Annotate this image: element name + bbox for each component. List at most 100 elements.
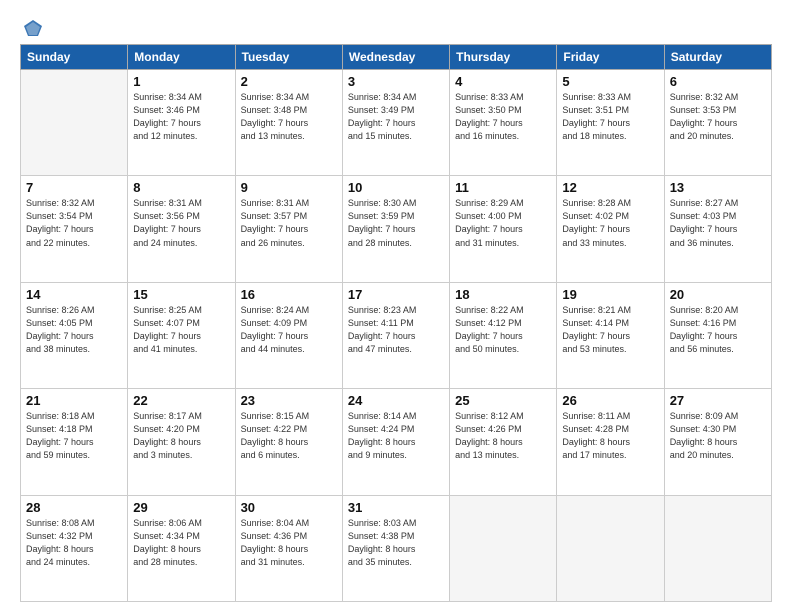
calendar-cell	[21, 70, 128, 176]
day-number: 25	[455, 393, 551, 408]
day-info: Sunrise: 8:33 AMSunset: 3:50 PMDaylight:…	[455, 91, 551, 143]
calendar-cell: 27 Sunrise: 8:09 AMSunset: 4:30 PMDayligh…	[664, 389, 771, 495]
day-info: Sunrise: 8:34 AMSunset: 3:49 PMDaylight:…	[348, 91, 444, 143]
column-header-monday: Monday	[128, 45, 235, 70]
calendar-week-row: 7 Sunrise: 8:32 AMSunset: 3:54 PMDaylight…	[21, 176, 772, 282]
day-info: Sunrise: 8:09 AMSunset: 4:30 PMDaylight:…	[670, 410, 766, 462]
day-number: 29	[133, 500, 229, 515]
column-header-friday: Friday	[557, 45, 664, 70]
day-info: Sunrise: 8:14 AMSunset: 4:24 PMDaylight:…	[348, 410, 444, 462]
column-header-thursday: Thursday	[450, 45, 557, 70]
day-number: 2	[241, 74, 337, 89]
day-info: Sunrise: 8:11 AMSunset: 4:28 PMDaylight:…	[562, 410, 658, 462]
day-info: Sunrise: 8:17 AMSunset: 4:20 PMDaylight:…	[133, 410, 229, 462]
calendar-cell: 28Sunrise: 8:08 AMSunset: 4:32 PMDayligh…	[21, 495, 128, 601]
day-number: 6	[670, 74, 766, 89]
calendar-cell: 18 Sunrise: 8:22 AMSunset: 4:12 PMDayligh…	[450, 282, 557, 388]
calendar-cell	[450, 495, 557, 601]
calendar-cell: 14Sunrise: 8:26 AMSunset: 4:05 PMDayligh…	[21, 282, 128, 388]
day-number: 30	[241, 500, 337, 515]
calendar-header-row: SundayMondayTuesdayWednesdayThursdayFrid…	[21, 45, 772, 70]
calendar-cell: 31 Sunrise: 8:03 AMSunset: 4:38 PMDayligh…	[342, 495, 449, 601]
day-number: 8	[133, 180, 229, 195]
calendar-cell: 26 Sunrise: 8:11 AMSunset: 4:28 PMDayligh…	[557, 389, 664, 495]
day-number: 21	[26, 393, 122, 408]
page: SundayMondayTuesdayWednesdayThursdayFrid…	[0, 0, 792, 612]
day-info: Sunrise: 8:32 AMSunset: 3:53 PMDaylight:…	[670, 91, 766, 143]
day-number: 31	[348, 500, 444, 515]
day-number: 12	[562, 180, 658, 195]
logo-flag-icon	[22, 18, 44, 40]
day-info: Sunrise: 8:23 AMSunset: 4:11 PMDaylight:…	[348, 304, 444, 356]
calendar-cell: 30 Sunrise: 8:04 AMSunset: 4:36 PMDayligh…	[235, 495, 342, 601]
calendar-cell: 5 Sunrise: 8:33 AMSunset: 3:51 PMDaylight…	[557, 70, 664, 176]
calendar-cell: 25 Sunrise: 8:12 AMSunset: 4:26 PMDayligh…	[450, 389, 557, 495]
calendar-cell: 12 Sunrise: 8:28 AMSunset: 4:02 PMDayligh…	[557, 176, 664, 282]
day-info: Sunrise: 8:31 AMSunset: 3:57 PMDaylight:…	[241, 197, 337, 249]
calendar-week-row: 14Sunrise: 8:26 AMSunset: 4:05 PMDayligh…	[21, 282, 772, 388]
calendar-cell: 16 Sunrise: 8:24 AMSunset: 4:09 PMDayligh…	[235, 282, 342, 388]
day-info: Sunrise: 8:12 AMSunset: 4:26 PMDaylight:…	[455, 410, 551, 462]
day-info: Sunrise: 8:29 AMSunset: 4:00 PMDaylight:…	[455, 197, 551, 249]
calendar-cell: 22Sunrise: 8:17 AMSunset: 4:20 PMDayligh…	[128, 389, 235, 495]
day-number: 15	[133, 287, 229, 302]
calendar-table: SundayMondayTuesdayWednesdayThursdayFrid…	[20, 44, 772, 602]
calendar-cell: 7 Sunrise: 8:32 AMSunset: 3:54 PMDaylight…	[21, 176, 128, 282]
calendar-cell: 21 Sunrise: 8:18 AMSunset: 4:18 PMDayligh…	[21, 389, 128, 495]
day-info: Sunrise: 8:22 AMSunset: 4:12 PMDaylight:…	[455, 304, 551, 356]
calendar-cell: 3 Sunrise: 8:34 AMSunset: 3:49 PMDaylight…	[342, 70, 449, 176]
day-info: Sunrise: 8:32 AMSunset: 3:54 PMDaylight:…	[26, 197, 122, 249]
day-number: 23	[241, 393, 337, 408]
calendar-cell: 2 Sunrise: 8:34 AMSunset: 3:48 PMDaylight…	[235, 70, 342, 176]
day-number: 24	[348, 393, 444, 408]
day-info: Sunrise: 8:21 AMSunset: 4:14 PMDaylight:…	[562, 304, 658, 356]
day-info: Sunrise: 8:34 AMSunset: 3:48 PMDaylight:…	[241, 91, 337, 143]
calendar-cell: 4Sunrise: 8:33 AMSunset: 3:50 PMDaylight…	[450, 70, 557, 176]
day-number: 18	[455, 287, 551, 302]
calendar-cell: 10 Sunrise: 8:30 AMSunset: 3:59 PMDayligh…	[342, 176, 449, 282]
calendar-cell: 17Sunrise: 8:23 AMSunset: 4:11 PMDayligh…	[342, 282, 449, 388]
day-number: 13	[670, 180, 766, 195]
column-header-sunday: Sunday	[21, 45, 128, 70]
day-number: 9	[241, 180, 337, 195]
calendar-week-row: 1 Sunrise: 8:34 AMSunset: 3:46 PMDaylight…	[21, 70, 772, 176]
day-info: Sunrise: 8:33 AMSunset: 3:51 PMDaylight:…	[562, 91, 658, 143]
day-info: Sunrise: 8:03 AMSunset: 4:38 PMDaylight:…	[348, 517, 444, 569]
column-header-tuesday: Tuesday	[235, 45, 342, 70]
calendar-week-row: 28Sunrise: 8:08 AMSunset: 4:32 PMDayligh…	[21, 495, 772, 601]
calendar-cell: 15 Sunrise: 8:25 AMSunset: 4:07 PMDayligh…	[128, 282, 235, 388]
day-info: Sunrise: 8:18 AMSunset: 4:18 PMDaylight:…	[26, 410, 122, 462]
day-info: Sunrise: 8:27 AMSunset: 4:03 PMDaylight:…	[670, 197, 766, 249]
day-number: 20	[670, 287, 766, 302]
day-info: Sunrise: 8:20 AMSunset: 4:16 PMDaylight:…	[670, 304, 766, 356]
logo	[20, 20, 44, 36]
day-info: Sunrise: 8:06 AMSunset: 4:34 PMDaylight:…	[133, 517, 229, 569]
day-info: Sunrise: 8:24 AMSunset: 4:09 PMDaylight:…	[241, 304, 337, 356]
day-number: 27	[670, 393, 766, 408]
calendar-cell: 24 Sunrise: 8:14 AMSunset: 4:24 PMDayligh…	[342, 389, 449, 495]
day-number: 26	[562, 393, 658, 408]
day-number: 16	[241, 287, 337, 302]
calendar-cell: 29 Sunrise: 8:06 AMSunset: 4:34 PMDayligh…	[128, 495, 235, 601]
day-number: 10	[348, 180, 444, 195]
calendar-cell	[664, 495, 771, 601]
day-number: 3	[348, 74, 444, 89]
day-number: 5	[562, 74, 658, 89]
day-info: Sunrise: 8:04 AMSunset: 4:36 PMDaylight:…	[241, 517, 337, 569]
day-info: Sunrise: 8:25 AMSunset: 4:07 PMDaylight:…	[133, 304, 229, 356]
day-number: 19	[562, 287, 658, 302]
day-info: Sunrise: 8:31 AMSunset: 3:56 PMDaylight:…	[133, 197, 229, 249]
column-header-saturday: Saturday	[664, 45, 771, 70]
day-info: Sunrise: 8:30 AMSunset: 3:59 PMDaylight:…	[348, 197, 444, 249]
calendar-cell: 13 Sunrise: 8:27 AMSunset: 4:03 PMDayligh…	[664, 176, 771, 282]
day-info: Sunrise: 8:15 AMSunset: 4:22 PMDaylight:…	[241, 410, 337, 462]
calendar-cell	[557, 495, 664, 601]
day-info: Sunrise: 8:28 AMSunset: 4:02 PMDaylight:…	[562, 197, 658, 249]
day-number: 7	[26, 180, 122, 195]
day-number: 28	[26, 500, 122, 515]
calendar-week-row: 21 Sunrise: 8:18 AMSunset: 4:18 PMDayligh…	[21, 389, 772, 495]
calendar-cell: 20 Sunrise: 8:20 AMSunset: 4:16 PMDayligh…	[664, 282, 771, 388]
day-info: Sunrise: 8:34 AMSunset: 3:46 PMDaylight:…	[133, 91, 229, 143]
day-number: 1	[133, 74, 229, 89]
calendar-cell: 11Sunrise: 8:29 AMSunset: 4:00 PMDayligh…	[450, 176, 557, 282]
